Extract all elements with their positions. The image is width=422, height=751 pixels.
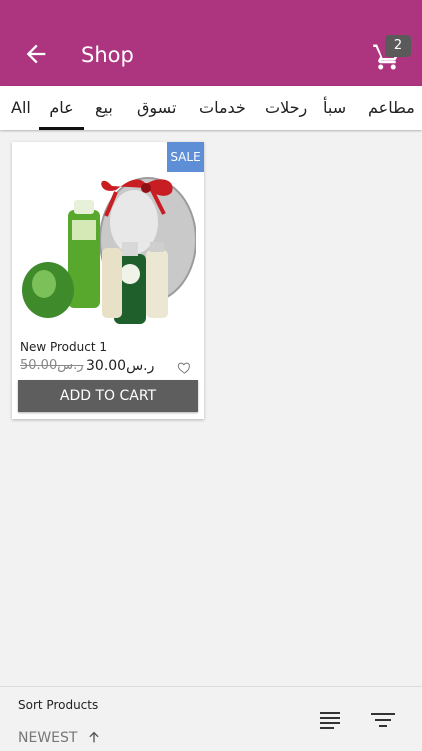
cart-count-badge: 2 (385, 35, 411, 57)
tab-all[interactable]: All (11, 86, 31, 130)
filter-icon[interactable] (369, 710, 397, 730)
align-icon[interactable] (318, 710, 342, 730)
tab-services[interactable]: خدمات (199, 86, 246, 130)
tab-restaurants[interactable]: مطاعم (368, 86, 415, 130)
app-bar: Shop 2 (0, 0, 422, 86)
tab-shopping[interactable]: تسوق (137, 86, 176, 130)
sort-bar: Sort Products NEWEST (0, 686, 422, 751)
product-name[interactable]: New Product 1 (20, 340, 107, 354)
tab-saba[interactable]: سبأ (323, 86, 346, 130)
current-price: ر.س30.00 (86, 358, 155, 374)
category-tabs: All عام بيع تسوق خدمات رحلات سبأ مطاعم (0, 86, 422, 130)
tab-general[interactable]: عام (39, 86, 84, 130)
up-arrow-icon[interactable] (86, 729, 102, 745)
tab-trips[interactable]: رحلات (265, 86, 307, 130)
product-image[interactable] (20, 152, 196, 330)
page-title: Shop (81, 43, 134, 67)
back-arrow-icon[interactable] (22, 40, 50, 68)
product-card[interactable]: SALE New Product 1 50.00ر.س ر.س30.00 ADD… (12, 142, 204, 419)
old-price: 50.00ر.س (20, 358, 84, 373)
sort-value[interactable]: NEWEST (18, 730, 77, 746)
tab-sale[interactable]: بيع (95, 86, 113, 130)
add-to-cart-button[interactable]: ADD TO CART (18, 380, 198, 412)
heart-icon[interactable] (177, 360, 192, 375)
sale-badge: SALE (167, 142, 204, 172)
sort-label: Sort Products (18, 698, 99, 712)
